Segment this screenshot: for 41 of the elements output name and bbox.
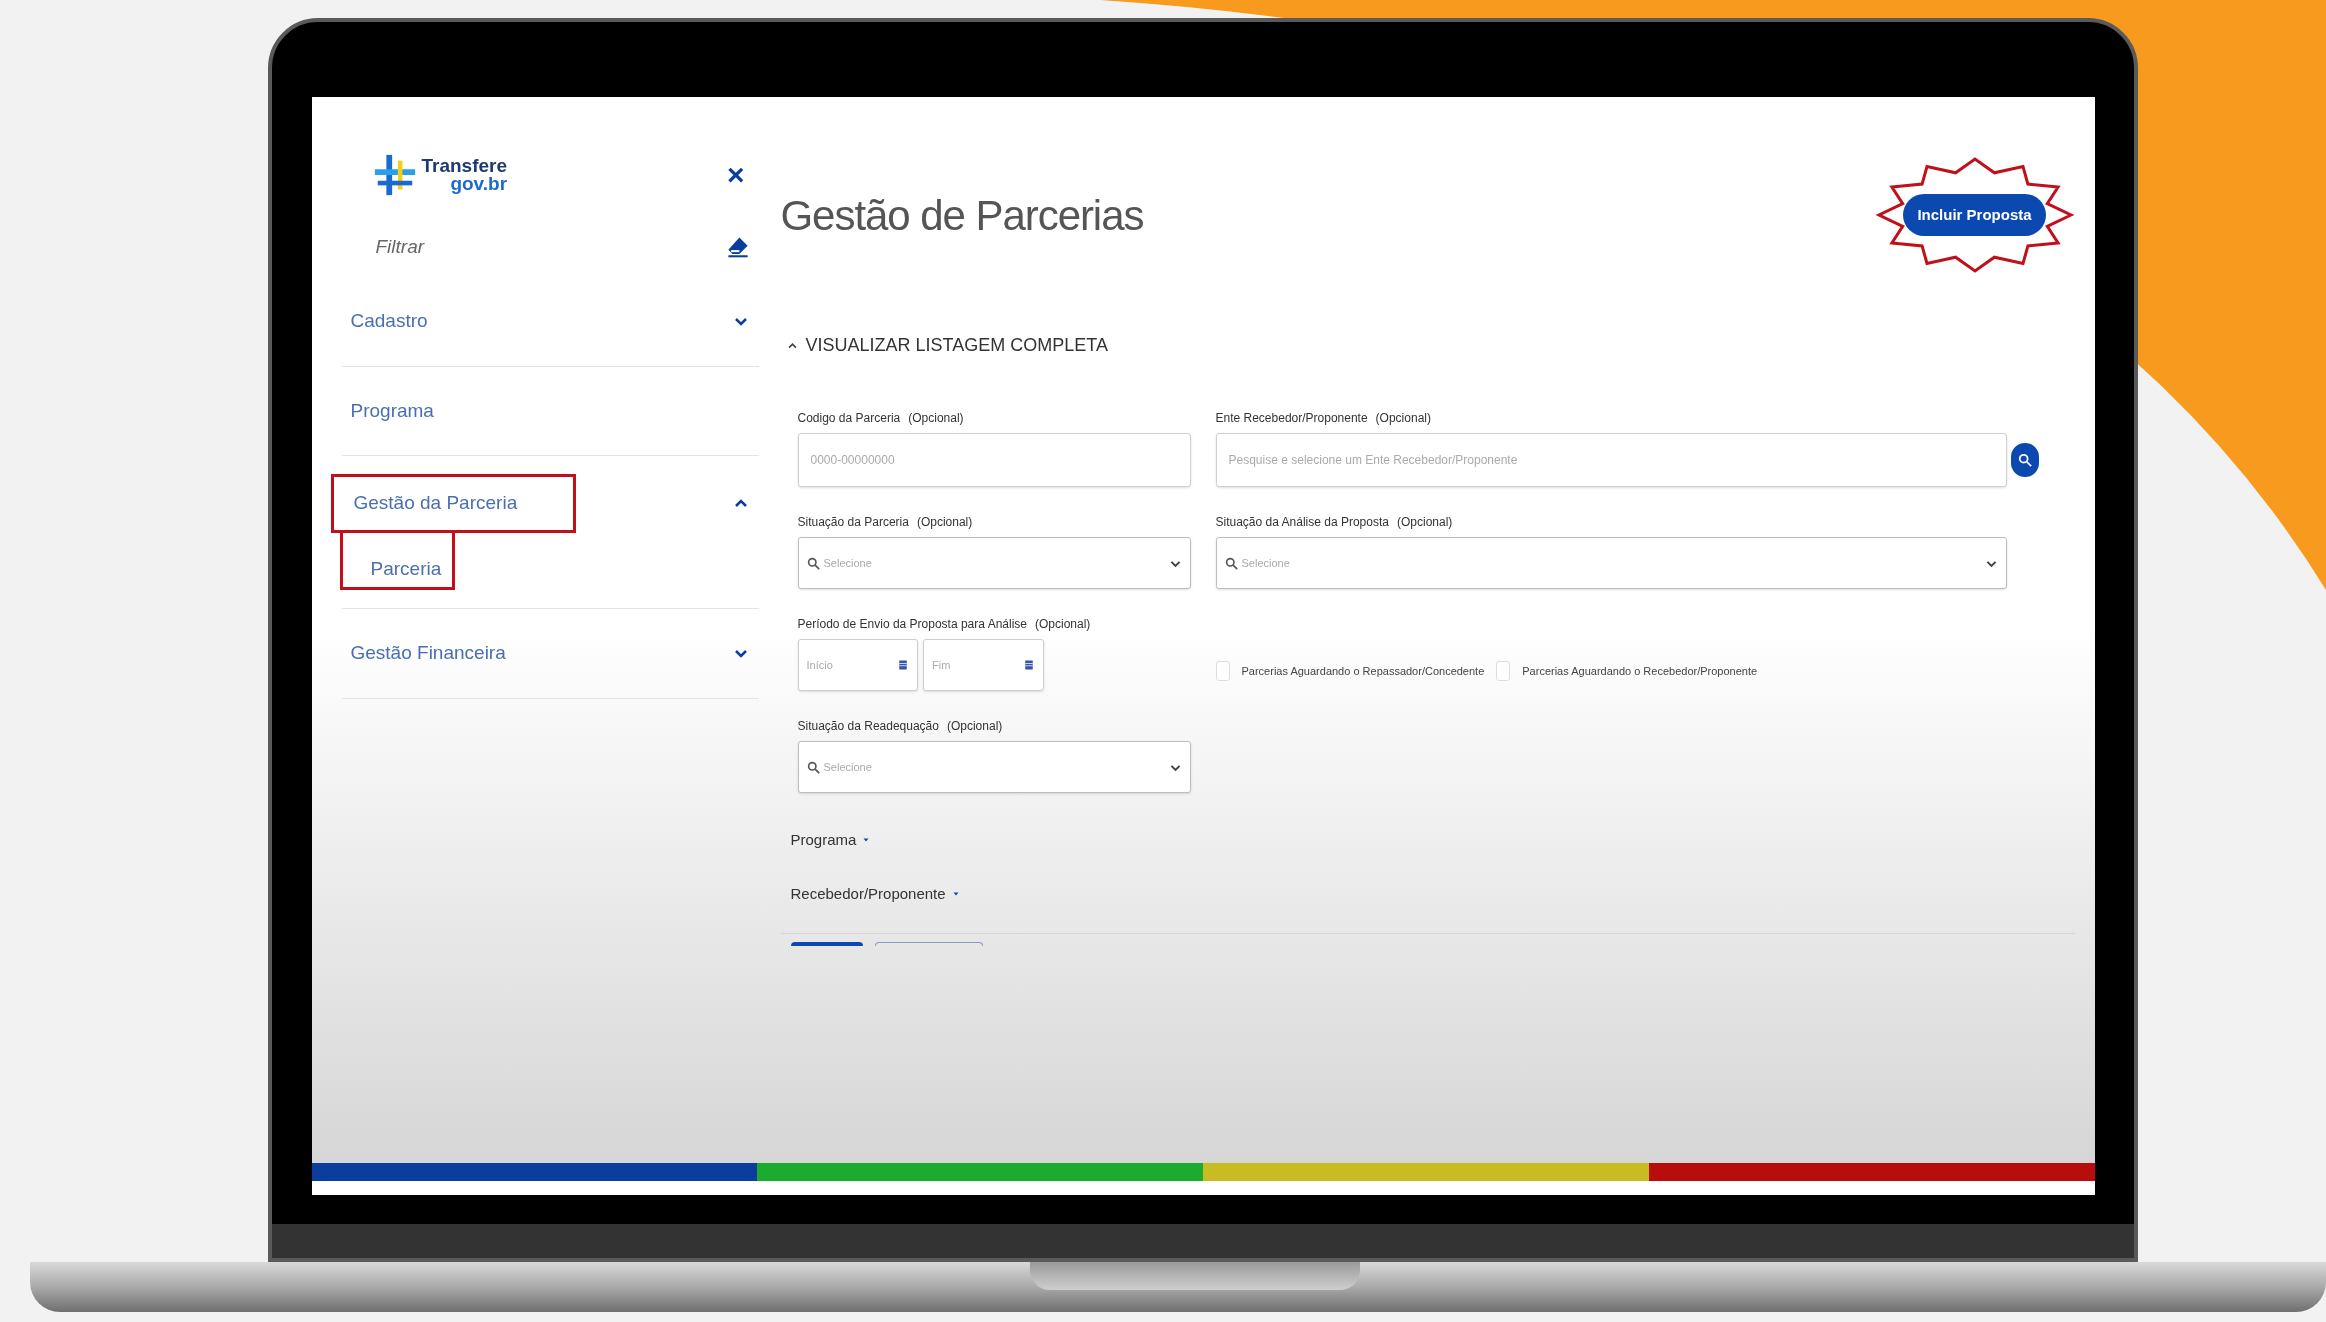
search-icon [1224,556,1238,570]
field-label: Situação da Análise da Proposta [1215,514,1389,531]
optional-note: (Opcional) [1035,616,1091,633]
optional-note: (Opcional) [1375,410,1431,427]
sidebar-item[interactable]: Gestão da Parceria [330,474,576,533]
brand-name: Transfere [421,157,508,175]
calendar-icon [897,658,909,672]
optional-note: (Opcional) [908,410,964,427]
sidebar-item[interactable]: Gestão Financeira [341,627,506,680]
search-icon [2017,453,2032,467]
checkbox[interactable] [1496,661,1511,681]
cut-off-button[interactable] [790,942,863,946]
field-label: Período de Envio da Proposta para Análise [797,616,1027,633]
close-button[interactable]: × [722,160,749,190]
search-icon [806,556,820,570]
optional-note: (Opcional) [1396,514,1453,531]
field-label: Codigo da Parceria [797,410,901,427]
sidebar-subitem[interactable]: Parceria [339,532,455,590]
section-toggle[interactable]: Recebedor/Proponente [790,867,960,921]
sidebar-item[interactable]: Cadastro [341,295,428,348]
page-title: Gestão de Parcerias [780,190,1144,241]
include-proposal-button[interactable]: Incluir Proposta [1903,193,2046,237]
optional-note: (Opcional) [946,718,1003,735]
brand-domain: gov.br [450,175,508,193]
view-full-list-toggle[interactable]: VISUALIZAR LISTAGEM COMPLETA [786,332,1108,359]
eraser-icon [726,236,749,258]
checkbox-label: Parcerias Aguardando o Recebedor/Proponente [1522,663,1758,679]
code-field[interactable]: 0000-00000000 [797,433,1191,487]
filter-field[interactable]: Filtrar [375,232,676,262]
search-button[interactable] [2010,443,2039,477]
checkbox-label: Parcerias Aguardando o Repassador/Concedente [1241,663,1485,679]
field-label: Ente Recebedor/Proponente [1215,410,1368,427]
optional-note: (Opcional) [916,514,973,531]
sidebar-item[interactable]: Programa [341,384,434,437]
section-toggle[interactable]: Programa [790,813,871,867]
field-label: Situação da Parceria [797,514,909,531]
field-label: Situação da Readequação [797,718,939,735]
calendar-icon [1022,658,1035,672]
search-icon [806,760,820,774]
checkbox[interactable] [1215,661,1230,681]
entity-search-field[interactable]: Pesquise e selecione um Ente Recebedor/Proponente [1215,433,2007,487]
